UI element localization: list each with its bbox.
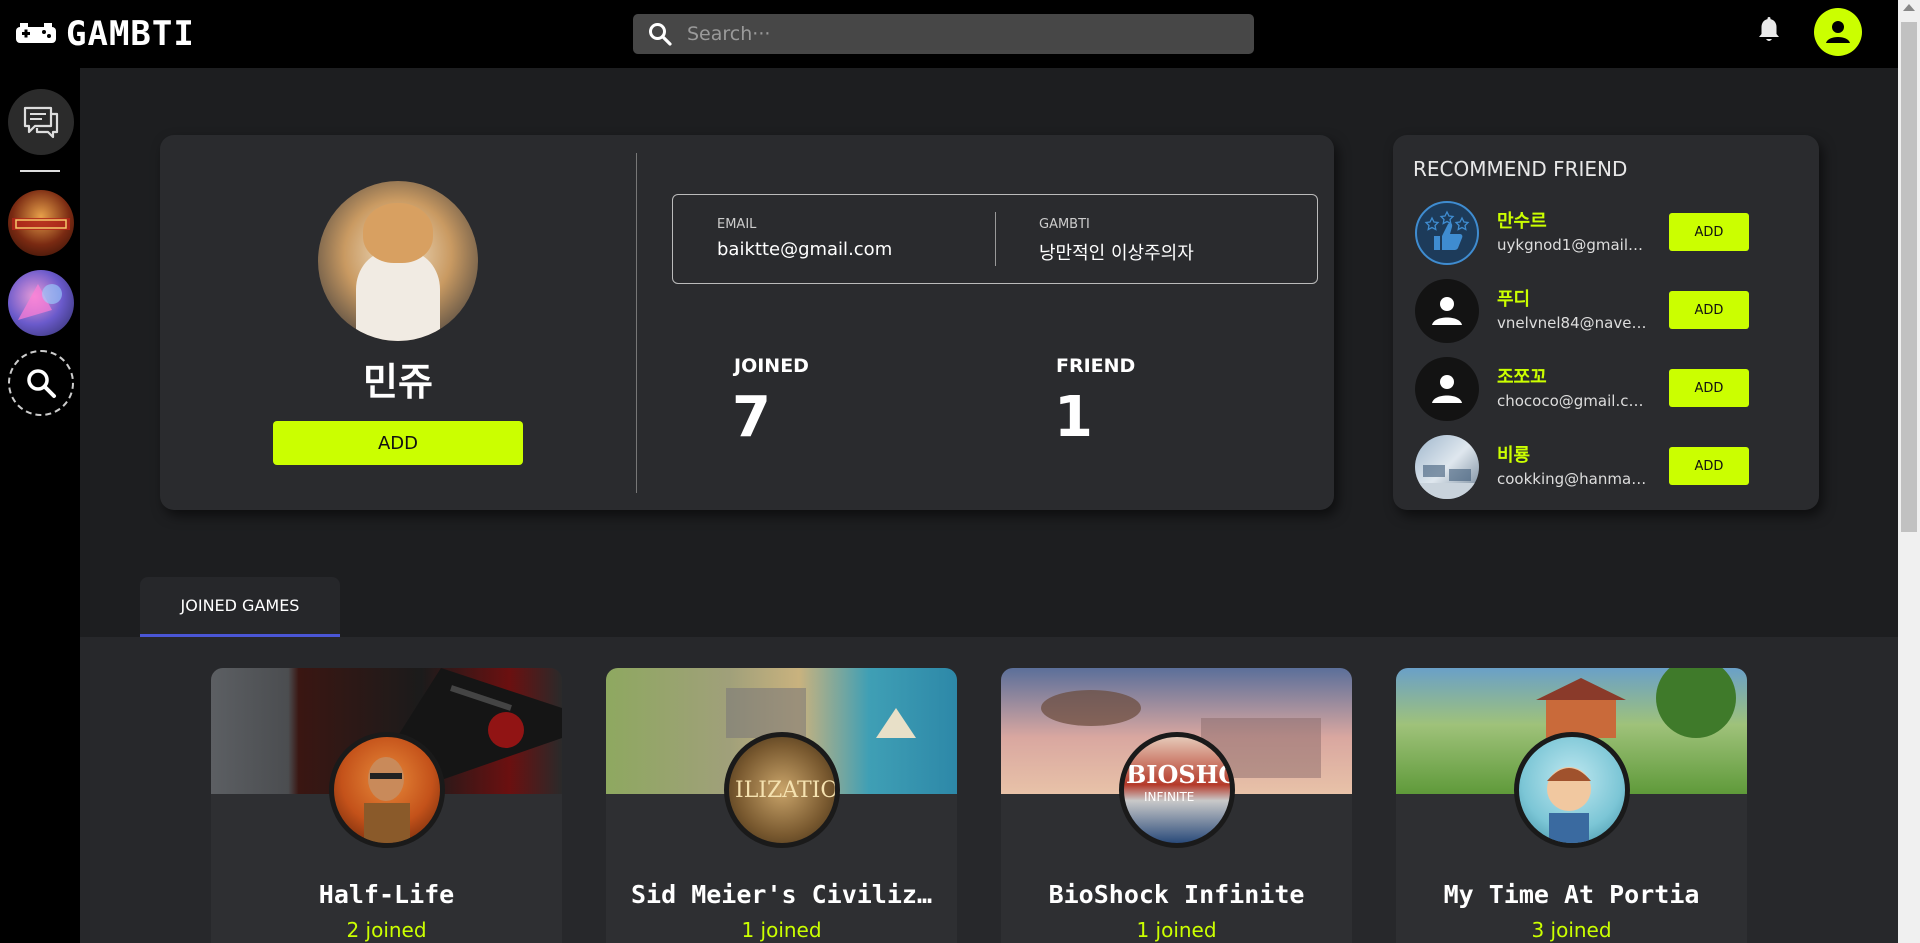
add-recommended-friend-button[interactable]: ADD [1669,447,1749,485]
search-icon [27,369,56,398]
game-joined: 3 joined [1396,918,1747,942]
sidebar-search-button[interactable] [8,350,74,416]
gamepad-logo-icon [14,19,58,49]
profile-card: 민쥬 ADD EMAIL baiktte@gmail.com GAMBTI 낭만… [160,135,1334,510]
info-divider [995,212,996,266]
game-joined-count: 2 [346,918,360,942]
game-card[interactable]: BIOSHO INFINITE BioShock Infinite 1 joine… [1001,668,1352,943]
game-title: My Time At Portia [1443,880,1700,909]
gambti-value: 낭만적인 이상주의자 [1039,243,1194,264]
search-bar[interactable] [633,14,1254,54]
friend-avatar [1415,435,1479,499]
game-card[interactable]: Half-Life 2 joined [211,668,562,943]
add-recommended-friend-button[interactable]: ADD [1669,369,1749,407]
recommend-item: 푸디 vnelvnel84@naver.com ADD [1415,279,1805,345]
tab-joined-games[interactable]: JOINED GAMES [140,577,340,637]
user-icon [1826,21,1850,43]
logo[interactable]: GAMBTI [14,14,195,54]
friend-name: 비룡 [1497,445,1531,466]
friend-email: vnelvnel84@naver.com [1497,314,1647,332]
default-user-icon [1415,279,1479,343]
scroll-up-arrow-icon[interactable] [1903,4,1915,11]
friend-email: chococo@gmail.com [1497,392,1647,410]
game-icon [1514,732,1630,848]
game-joined: 2 joined [211,918,562,942]
profile-divider [636,153,637,493]
joined-count: 7 [732,385,771,450]
email-value: baiktte@gmail.com [717,239,893,260]
game-card[interactable]: My Time At Portia 3 joined [1396,668,1747,943]
friend-name: 만수르 [1497,211,1547,232]
friend-email: cookking@hanmail.net [1497,470,1647,488]
game-title: Sid Meier's Civiliz… [630,880,933,909]
scroll-thumb[interactable] [1901,22,1917,532]
game-joined-label: joined [365,918,427,942]
recommend-item: 만수르 uykgnod1@gmail.com ADD [1415,201,1805,267]
chat-button[interactable] [8,89,74,155]
friend-name: 조쪼꼬 [1497,367,1547,388]
game-joined-count: 3 [1531,918,1545,942]
recommend-item: 조쪼꼬 chococo@gmail.com ADD [1415,357,1805,423]
sidebar-game-thumbnail[interactable] [8,190,74,256]
gambti-label: GAMBTI [1039,217,1090,232]
sidebar-divider [20,170,60,172]
svg-text:INFINITE: INFINITE [1144,790,1194,804]
svg-text:ILIZATION: ILIZATION [735,778,835,803]
profile-info-box: EMAIL baiktte@gmail.com GAMBTI 낭만적인 이상주의… [672,194,1318,284]
email-label: EMAIL [717,217,757,232]
friend-name: 푸디 [1497,289,1531,310]
profile-name: 민쥬 [363,360,433,404]
game-icon [329,732,445,848]
game-joined-label: joined [1155,918,1217,942]
svg-text:BIOSHO: BIOSHO [1126,760,1230,789]
friend-avatar [1415,201,1479,265]
game-joined: 1 joined [1001,918,1352,942]
add-recommended-friend-button[interactable]: ADD [1669,213,1749,251]
search-icon [649,23,672,46]
search-input[interactable] [687,23,1227,45]
profile-avatar [318,181,478,341]
top-bar: GAMBTI [0,0,1898,68]
game-title: BioShock Infinite [1048,880,1305,909]
sidebar-game-thumbnail[interactable] [8,270,74,336]
game-icon: ILIZATION [724,732,840,848]
joined-label: JOINED [734,355,809,377]
chat-icon [23,106,59,139]
logo-text: GAMBTI [66,14,195,54]
game-joined-count: 1 [741,918,755,942]
recommend-item: 비룡 cookking@hanmail.net ADD [1415,435,1805,501]
game-joined: 1 joined [606,918,957,942]
page-scrollbar[interactable] [1898,0,1920,943]
bell-icon[interactable] [1756,16,1782,44]
default-user-icon [1415,357,1479,421]
add-recommended-friend-button[interactable]: ADD [1669,291,1749,329]
game-joined-label: joined [760,918,822,942]
game-icon: BIOSHO INFINITE [1119,732,1235,848]
game-joined-count: 1 [1136,918,1150,942]
game-joined-label: joined [1550,918,1612,942]
recommend-title: RECOMMEND FRIEND [1413,157,1628,181]
friend-label: FRIEND [1056,355,1136,377]
user-avatar-button[interactable] [1814,8,1862,56]
recommend-friend-card: RECOMMEND FRIEND 만수르 uykgnod1@gmail.com … [1393,135,1819,510]
left-sidebar [0,68,80,943]
game-title: Half-Life [318,880,455,909]
friend-email: uykgnod1@gmail.com [1497,236,1647,254]
game-card[interactable]: ILIZATION Sid Meier's Civiliz… 1 joined [606,668,957,943]
friend-count: 1 [1054,385,1093,450]
main-content: 민쥬 ADD EMAIL baiktte@gmail.com GAMBTI 낭만… [80,68,1898,943]
add-friend-button[interactable]: ADD [273,421,523,465]
